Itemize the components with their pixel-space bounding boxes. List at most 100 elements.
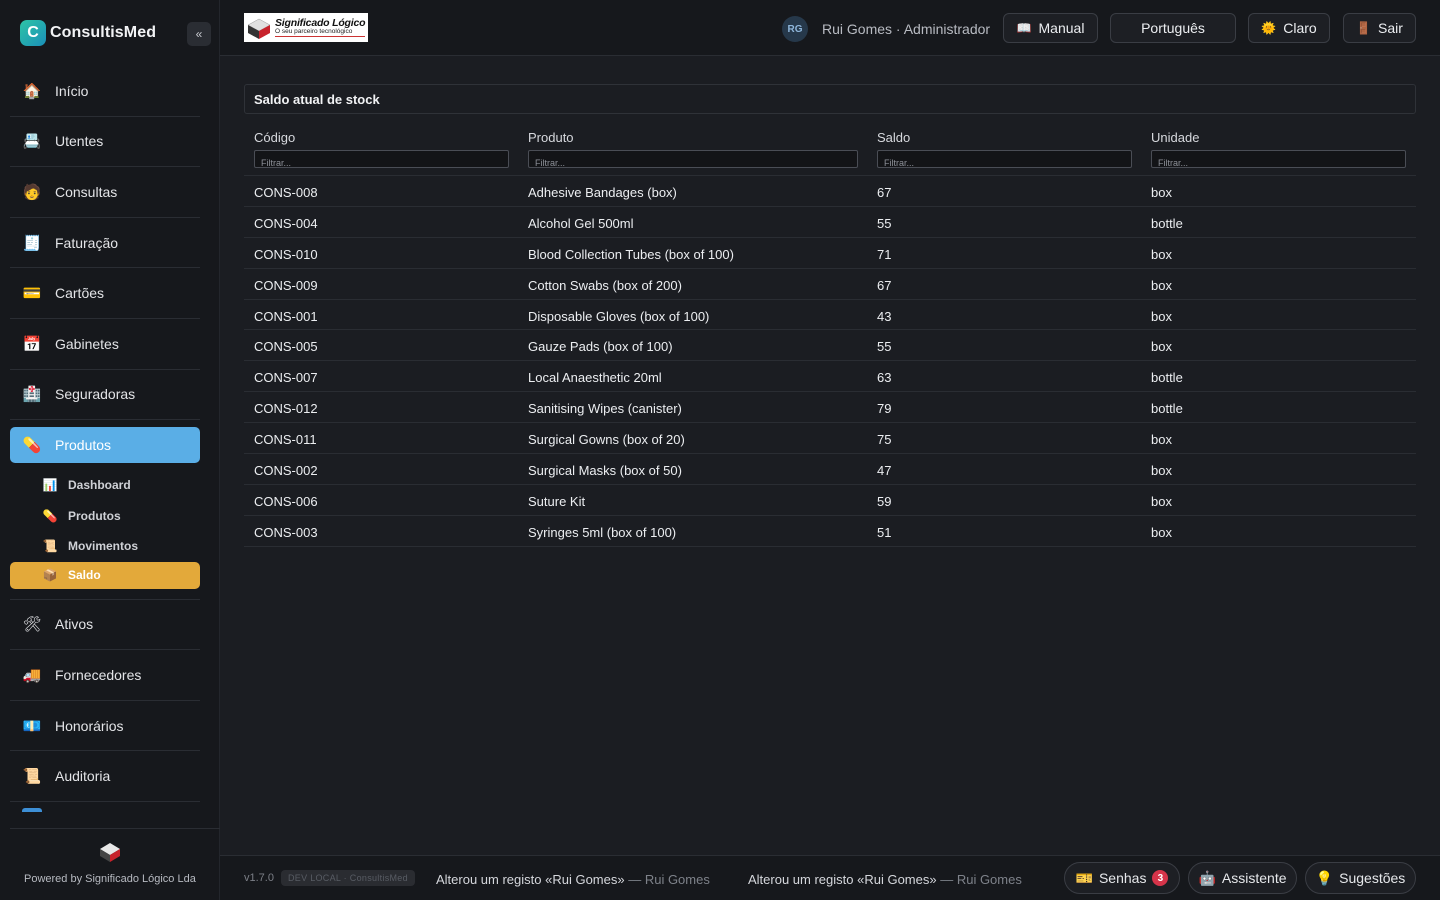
table-row[interactable]: CONS-002 Surgical Masks (box of 50) 47 b… [244, 454, 1416, 485]
column-header-codigo[interactable]: Código [254, 130, 295, 145]
avatar: RG [782, 16, 808, 42]
cell-code: CONS-005 [254, 339, 318, 355]
cell-product: Adhesive Bandages (box) [528, 185, 677, 200]
table-row[interactable]: CONS-003 Syringes 5ml (box of 100) 51 bo… [244, 516, 1416, 547]
sidebar-subitem-produtos[interactable]: 💊 Produtos [10, 501, 200, 532]
sidebar-item-gabinetes[interactable]: 📅 Gabinetes [10, 319, 200, 370]
sidebar-collapse-button[interactable]: « [187, 22, 211, 46]
cell-code: CONS-008 [254, 185, 318, 200]
logout-button-label: Sair [1378, 20, 1403, 36]
table-row[interactable]: CONS-005 Gauze Pads (box of 100) 55 box [244, 330, 1416, 362]
cell-unit: bottle [1151, 215, 1183, 231]
cell-code: CONS-009 [254, 277, 318, 293]
sidebar-item-ativos[interactable]: 🛠 Ativos [10, 600, 200, 651]
theme-toggle-button[interactable]: 🌞 Claro [1248, 13, 1330, 43]
table-row[interactable]: CONS-007 Local Anaesthetic 20ml 63 bottl… [244, 361, 1416, 393]
table-row[interactable]: CONS-012 Sanitising Wipes (canister) 79 … [244, 392, 1416, 424]
sidebar-item-honorarios[interactable]: 💶 Honorários [10, 701, 200, 752]
box-icon: 📦 [42, 568, 58, 583]
table-row[interactable]: CONS-001 Disposable Gloves (box of 100) … [244, 300, 1416, 331]
table-row[interactable]: CONS-010 Blood Collection Tubes (box of … [244, 238, 1416, 269]
version-label: v1.7.0 [244, 872, 274, 884]
sidebar-item-produtos[interactable]: 💊 Produtos [10, 427, 200, 464]
cell-balance: 55 [877, 339, 892, 355]
sidebar-item-faturacao[interactable]: 🧾 Faturação [10, 218, 200, 269]
sidebar-subitem-label: Produtos [68, 508, 121, 523]
company-logo[interactable]: Significado Lógico O seu parceiro tecnol… [244, 13, 368, 42]
cell-unit: box [1151, 185, 1172, 200]
cell-unit: box [1151, 246, 1172, 262]
sidebar-item-consultas[interactable]: 🧑 Consultas [10, 167, 200, 218]
brand-logo-icon: C [20, 20, 46, 46]
activity-log-text: Alterou um registo «Rui Gomes» [436, 872, 625, 887]
sidebar-item-label: Faturação [55, 234, 119, 251]
cell-balance: 59 [877, 493, 892, 509]
sidebar-item-label: Honorários [55, 717, 124, 734]
sidebar-item-label: Fornecedores [55, 667, 142, 684]
tickets-button-label: Senhas [1098, 870, 1147, 886]
sidebar-item-seguradoras[interactable]: 🏥 Seguradoras [10, 370, 200, 421]
cell-unit: box [1151, 524, 1172, 540]
filter-input-codigo[interactable]: Filtrar... [254, 150, 509, 168]
sidebar-item-cartoes[interactable]: 💳 Cartões [10, 268, 200, 319]
sidebar-item-inicio[interactable]: 🏠 Início [10, 66, 200, 117]
filter-input-produto[interactable]: Filtrar... [528, 150, 858, 168]
tools-icon: 🛠 [22, 616, 42, 634]
sidebar-item-label: Cartões [55, 285, 105, 302]
language-select[interactable]: Português [1110, 13, 1236, 43]
powered-by-text: Powered by Significado Lógico Lda [24, 873, 196, 885]
table-row[interactable]: CONS-004 Alcohol Gel 500ml 55 bottle [244, 207, 1416, 238]
column-header-saldo[interactable]: Saldo [877, 130, 910, 145]
lightbulb-icon: 💡 [1315, 869, 1334, 886]
assistant-button[interactable]: 🤖 Assistente [1188, 862, 1297, 894]
user-info[interactable]: RG Rui Gomes · Administrador [782, 16, 990, 42]
company-logo-icon [247, 18, 271, 39]
house-icon: 🏠 [22, 82, 42, 100]
tickets-button[interactable]: 🎫 Senhas 3 [1064, 862, 1180, 894]
pill-icon: 💊 [22, 437, 42, 455]
cell-product: Cotton Swabs (box of 200) [528, 277, 682, 293]
table-row[interactable]: CONS-006 Suture Kit 59 box [244, 485, 1416, 516]
sidebar-subitem-dashboard[interactable]: 📊 Dashboard [10, 470, 200, 501]
sidebar-subitem-movimentos[interactable]: 📜 Movimentos [10, 531, 200, 562]
sidebar-item-partial[interactable] [10, 802, 200, 818]
logout-button[interactable]: 🚪 Sair [1343, 13, 1416, 43]
cell-product: Surgical Gowns (box of 20) [528, 432, 685, 448]
cell-unit: bottle [1151, 370, 1183, 386]
sidebar-item-utentes[interactable]: 📇 Utentes [10, 117, 200, 168]
scroll-icon: 📜 [22, 768, 42, 786]
cell-code: CONS-002 [254, 463, 318, 479]
column-header-unidade[interactable]: Unidade [1151, 130, 1199, 145]
manual-button[interactable]: 📖 Manual [1003, 13, 1098, 43]
cell-balance: 67 [877, 185, 892, 200]
app-brand[interactable]: C ConsultisMed [20, 20, 156, 46]
sidebar-item-fornecedores[interactable]: 🚚 Fornecedores [10, 650, 200, 701]
activity-log-user: — Rui Gomes [940, 872, 1022, 887]
suggestions-button[interactable]: 💡 Sugestões [1305, 862, 1416, 894]
cell-unit: box [1151, 493, 1172, 509]
table-row[interactable]: CONS-009 Cotton Swabs (box of 200) 67 bo… [244, 269, 1416, 300]
cell-balance: 43 [877, 308, 892, 324]
scroll-icon: 📜 [42, 539, 58, 554]
cell-unit: box [1151, 277, 1172, 293]
sidebar-subitem-saldo[interactable]: 📦 Saldo [10, 561, 200, 589]
cell-code: CONS-011 [254, 432, 317, 448]
activity-log-entry: Alterou um registo «Rui Gomes» — Rui Gom… [436, 872, 710, 887]
activity-log-text: Alterou um registo «Rui Gomes» [748, 872, 937, 887]
table-row[interactable]: CONS-008 Adhesive Bandages (box) 67 box [244, 176, 1416, 207]
doctor-icon: 🧑 [22, 183, 42, 201]
sidebar-submenu-produtos: 📊 Dashboard 💊 Produtos 📜 Movimentos 📦 Sa… [10, 470, 200, 600]
filter-input-unidade[interactable]: Filtrar... [1151, 150, 1406, 168]
assistant-button-label: Assistente [1221, 870, 1287, 886]
sidebar-item-auditoria[interactable]: 📜 Auditoria [10, 751, 200, 803]
column-header-produto[interactable]: Produto [528, 130, 574, 145]
cell-balance: 71 [877, 246, 892, 262]
app-name: ConsultisMed [50, 24, 157, 41]
cell-unit: bottle [1151, 401, 1183, 417]
cell-product: Disposable Gloves (box of 100) [528, 308, 710, 324]
table-row[interactable]: CONS-011 Surgical Gowns (box of 20) 75 b… [244, 423, 1416, 455]
filter-input-saldo[interactable]: Filtrar... [877, 150, 1132, 168]
insurance-icon: 🏥 [22, 386, 42, 404]
door-icon: 🚪 [1356, 21, 1372, 35]
user-name: Rui Gomes · Administrador [822, 21, 991, 37]
